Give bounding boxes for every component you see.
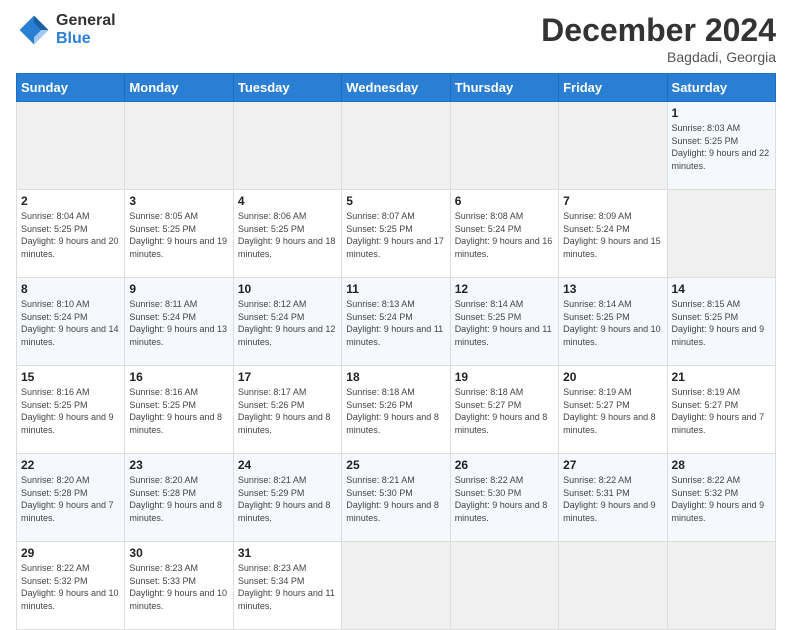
table-row: 25 Sunrise: 8:21 AMSunset: 5:30 PMDaylig…: [342, 454, 450, 542]
table-row: [667, 542, 775, 630]
table-row: [342, 102, 450, 190]
table-row: 20 Sunrise: 8:19 AMSunset: 5:27 PMDaylig…: [559, 366, 667, 454]
header: General Blue December 2024 Bagdadi, Geor…: [16, 12, 776, 65]
table-row: 8 Sunrise: 8:10 AMSunset: 5:24 PMDayligh…: [17, 278, 125, 366]
col-wednesday: Wednesday: [342, 74, 450, 102]
header-row: Sunday Monday Tuesday Wednesday Thursday…: [17, 74, 776, 102]
logo-general-text: General: [56, 12, 116, 30]
week-row-6: 29 Sunrise: 8:22 AMSunset: 5:32 PMDaylig…: [17, 542, 776, 630]
table-row: [667, 190, 775, 278]
table-row: 4 Sunrise: 8:06 AMSunset: 5:25 PMDayligh…: [233, 190, 341, 278]
calendar-header: Sunday Monday Tuesday Wednesday Thursday…: [17, 74, 776, 102]
table-row: [450, 542, 558, 630]
table-row: 27 Sunrise: 8:22 AMSunset: 5:31 PMDaylig…: [559, 454, 667, 542]
table-row: 30 Sunrise: 8:23 AMSunset: 5:33 PMDaylig…: [125, 542, 233, 630]
logo-blue-text: Blue: [56, 30, 116, 48]
col-friday: Friday: [559, 74, 667, 102]
week-row-5: 22 Sunrise: 8:20 AMSunset: 5:28 PMDaylig…: [17, 454, 776, 542]
week-row-4: 15 Sunrise: 8:16 AMSunset: 5:25 PMDaylig…: [17, 366, 776, 454]
table-row: 9 Sunrise: 8:11 AMSunset: 5:24 PMDayligh…: [125, 278, 233, 366]
table-row: 16 Sunrise: 8:16 AMSunset: 5:25 PMDaylig…: [125, 366, 233, 454]
table-row: 11 Sunrise: 8:13 AMSunset: 5:24 PMDaylig…: [342, 278, 450, 366]
week-row-3: 8 Sunrise: 8:10 AMSunset: 5:24 PMDayligh…: [17, 278, 776, 366]
table-row: [17, 102, 125, 190]
table-row: 23 Sunrise: 8:20 AMSunset: 5:28 PMDaylig…: [125, 454, 233, 542]
logo-icon: [16, 12, 52, 48]
title-block: December 2024 Bagdadi, Georgia: [541, 12, 776, 65]
table-row: 3 Sunrise: 8:05 AMSunset: 5:25 PMDayligh…: [125, 190, 233, 278]
table-row: [233, 102, 341, 190]
week-row-2: 2 Sunrise: 8:04 AMSunset: 5:25 PMDayligh…: [17, 190, 776, 278]
table-row: 6 Sunrise: 8:08 AMSunset: 5:24 PMDayligh…: [450, 190, 558, 278]
table-row: 14 Sunrise: 8:15 AMSunset: 5:25 PMDaylig…: [667, 278, 775, 366]
table-row: 13 Sunrise: 8:14 AMSunset: 5:25 PMDaylig…: [559, 278, 667, 366]
logo-text: General Blue: [56, 12, 116, 47]
table-row: [125, 102, 233, 190]
table-row: 1 Sunrise: 8:03 AMSunset: 5:25 PMDayligh…: [667, 102, 775, 190]
table-row: 24 Sunrise: 8:21 AMSunset: 5:29 PMDaylig…: [233, 454, 341, 542]
table-row: [559, 102, 667, 190]
table-row: 15 Sunrise: 8:16 AMSunset: 5:25 PMDaylig…: [17, 366, 125, 454]
table-row: 12 Sunrise: 8:14 AMSunset: 5:25 PMDaylig…: [450, 278, 558, 366]
logo: General Blue: [16, 12, 116, 48]
table-row: 29 Sunrise: 8:22 AMSunset: 5:32 PMDaylig…: [17, 542, 125, 630]
col-monday: Monday: [125, 74, 233, 102]
col-saturday: Saturday: [667, 74, 775, 102]
col-tuesday: Tuesday: [233, 74, 341, 102]
table-row: 19 Sunrise: 8:18 AMSunset: 5:27 PMDaylig…: [450, 366, 558, 454]
table-row: [450, 102, 558, 190]
table-row: 10 Sunrise: 8:12 AMSunset: 5:24 PMDaylig…: [233, 278, 341, 366]
table-row: 28 Sunrise: 8:22 AMSunset: 5:32 PMDaylig…: [667, 454, 775, 542]
calendar-table: Sunday Monday Tuesday Wednesday Thursday…: [16, 73, 776, 630]
month-title: December 2024: [541, 12, 776, 49]
table-row: [559, 542, 667, 630]
table-row: 26 Sunrise: 8:22 AMSunset: 5:30 PMDaylig…: [450, 454, 558, 542]
week-row-1: 1 Sunrise: 8:03 AMSunset: 5:25 PMDayligh…: [17, 102, 776, 190]
table-row: 18 Sunrise: 8:18 AMSunset: 5:26 PMDaylig…: [342, 366, 450, 454]
table-row: 5 Sunrise: 8:07 AMSunset: 5:25 PMDayligh…: [342, 190, 450, 278]
table-row: 2 Sunrise: 8:04 AMSunset: 5:25 PMDayligh…: [17, 190, 125, 278]
calendar-body: 1 Sunrise: 8:03 AMSunset: 5:25 PMDayligh…: [17, 102, 776, 630]
table-row: 21 Sunrise: 8:19 AMSunset: 5:27 PMDaylig…: [667, 366, 775, 454]
table-row: 17 Sunrise: 8:17 AMSunset: 5:26 PMDaylig…: [233, 366, 341, 454]
location-subtitle: Bagdadi, Georgia: [541, 49, 776, 65]
calendar: Sunday Monday Tuesday Wednesday Thursday…: [16, 73, 776, 630]
col-thursday: Thursday: [450, 74, 558, 102]
table-row: [342, 542, 450, 630]
col-sunday: Sunday: [17, 74, 125, 102]
table-row: 31 Sunrise: 8:23 AMSunset: 5:34 PMDaylig…: [233, 542, 341, 630]
page: General Blue December 2024 Bagdadi, Geor…: [0, 0, 792, 612]
table-row: 7 Sunrise: 8:09 AMSunset: 5:24 PMDayligh…: [559, 190, 667, 278]
table-row: 22 Sunrise: 8:20 AMSunset: 5:28 PMDaylig…: [17, 454, 125, 542]
